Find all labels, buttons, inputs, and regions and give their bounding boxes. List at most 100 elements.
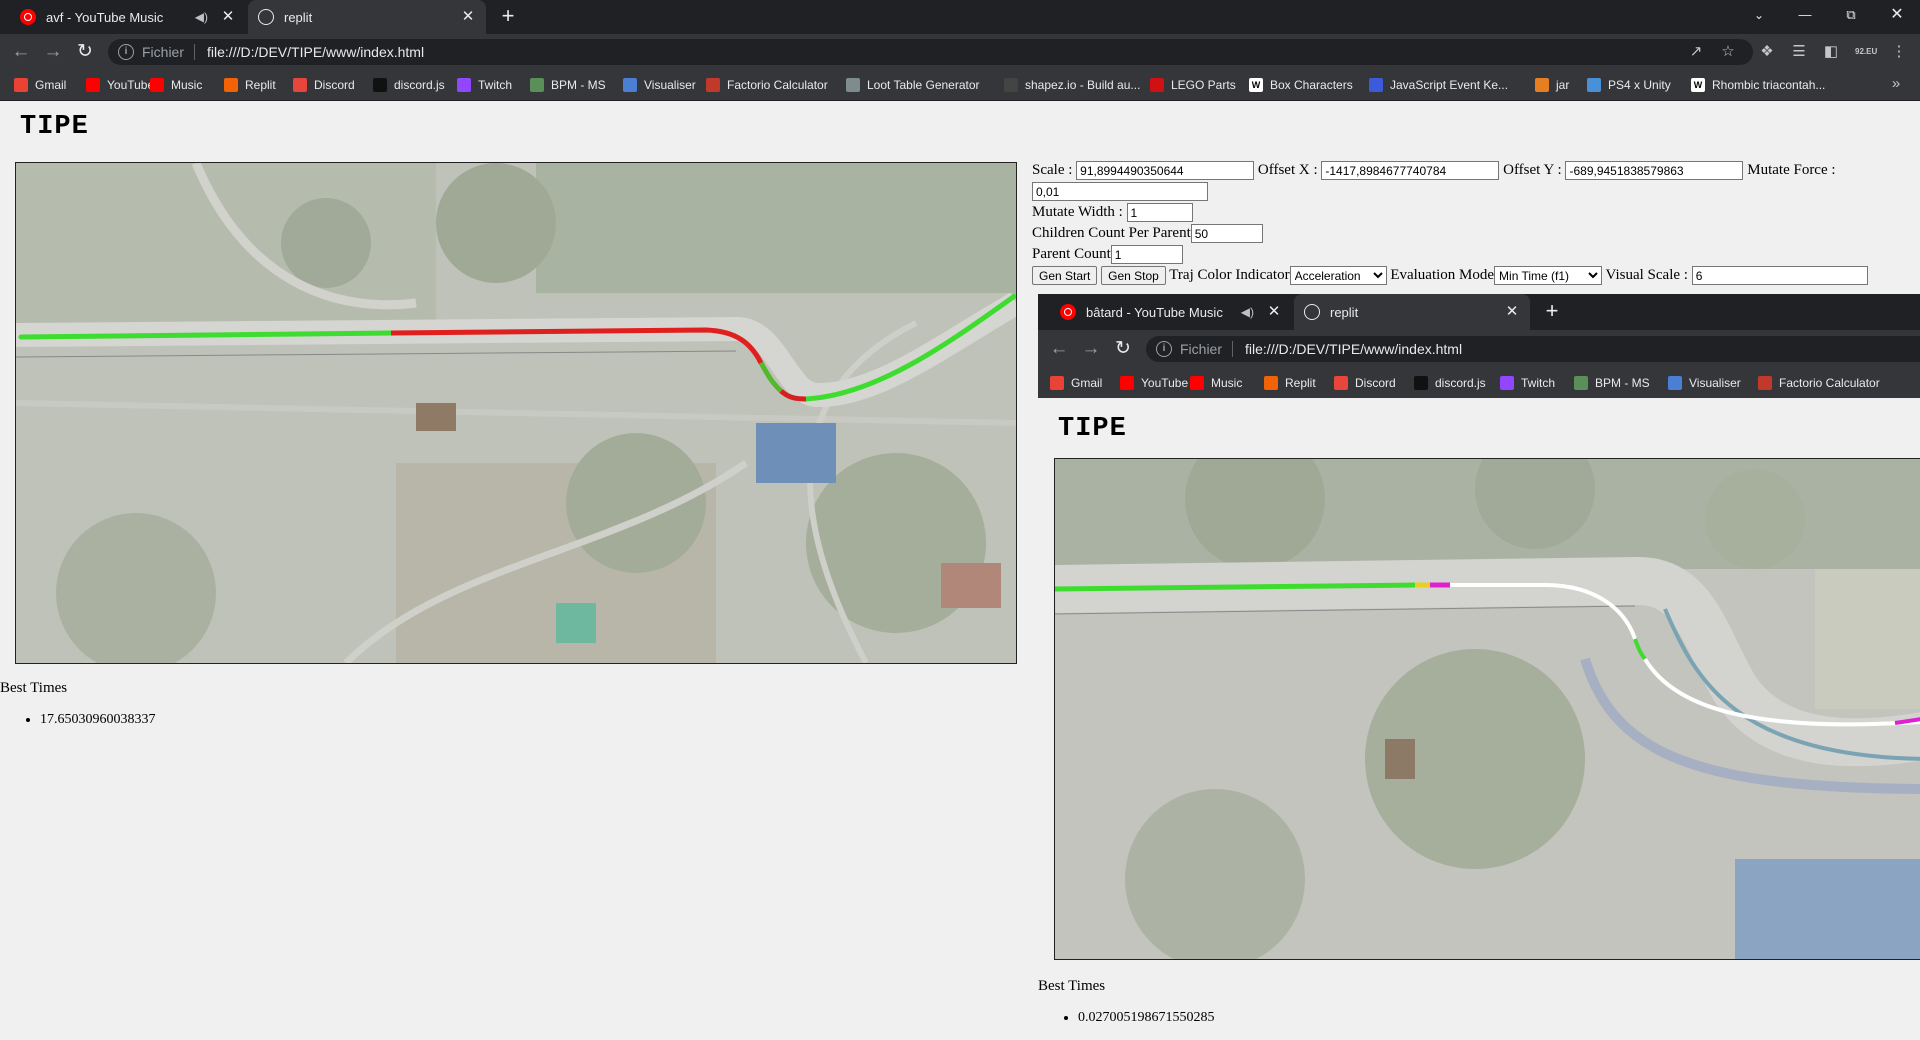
bookmark-label: Discord — [1355, 376, 1396, 390]
loot-icon — [846, 78, 860, 92]
bookmark-item[interactable]: Replit — [224, 77, 276, 93]
bookmark-label: BPM - MS — [551, 78, 606, 92]
parent-count-label: Parent Count — [1032, 246, 1111, 262]
close-icon[interactable]: ✕ — [460, 9, 476, 25]
profile-avatar[interactable]: 92.EU — [1855, 42, 1877, 62]
bookmark-item[interactable]: W Box Characters — [1249, 77, 1353, 93]
bookmark-item[interactable]: PS4 x Unity — [1587, 77, 1671, 93]
bookmark-item[interactable]: W Rhombic triacontah... — [1691, 77, 1825, 93]
restore-button[interactable]: ⧉ — [1828, 0, 1874, 30]
bookmark-label: Twitch — [478, 78, 513, 92]
bookmark-item[interactable]: Twitch — [457, 77, 512, 93]
bookmark-item[interactable]: Gmail — [14, 77, 66, 93]
close-icon[interactable]: ✕ — [220, 9, 236, 25]
youtube-icon — [1120, 376, 1134, 390]
bookmark-item[interactable]: JavaScript Event Ke... — [1369, 77, 1508, 93]
traj-color-select[interactable]: Acceleration — [1289, 266, 1387, 286]
tab-bar: avf - YouTube Music ◀) ✕ replit ✕ + ⌄ — … — [0, 0, 1920, 34]
bookmark-item: Twitch — [1500, 375, 1555, 391]
menu-icon[interactable]: ⋮ — [1889, 42, 1909, 62]
factorio-icon — [706, 78, 720, 92]
forward-icon: → — [1081, 338, 1101, 359]
children-count-input[interactable] — [1190, 224, 1263, 244]
wordpress-icon — [1587, 78, 1601, 92]
offset-x-label: Offset X : — [1257, 162, 1318, 178]
extensions-icon[interactable]: ❖ — [1757, 42, 1777, 62]
shapez-icon — [1004, 78, 1018, 92]
nested-address-scheme: Fichier — [1180, 341, 1223, 357]
speaker-icon: ◀) — [1240, 305, 1254, 319]
bookmark-label: Twitch — [1521, 376, 1556, 390]
reload-button[interactable]: ↻ — [74, 41, 96, 63]
nested-page-title: TIPE — [1058, 414, 1127, 444]
media-control-icon[interactable]: ☰ — [1789, 42, 1809, 62]
new-tab-button[interactable]: + — [494, 5, 522, 29]
bookmark-item[interactable]: Visualiser — [623, 77, 696, 93]
offset-x-input[interactable] — [1321, 161, 1500, 181]
best-time-item: 17.65030960038337 — [40, 712, 156, 728]
close-window-button[interactable]: ✕ — [1874, 0, 1920, 30]
bookmark-item[interactable]: shapez.io - Build au... — [1004, 77, 1140, 93]
bookmark-label: Discord — [314, 78, 355, 92]
bookmark-item: BPM - MS — [1574, 375, 1650, 391]
back-button[interactable]: ← — [10, 41, 32, 63]
bookmark-item: Music — [1190, 375, 1242, 391]
bookmarks-bar: » Gmail YouTube Music Replit Discord discord.… — [0, 70, 1920, 101]
nested-track-map — [1055, 459, 1920, 959]
bookmark-star-icon[interactable]: ☆ — [1718, 42, 1738, 62]
bookmark-item[interactable]: Music — [150, 77, 202, 93]
gen-start-button[interactable]: Gen Start — [1032, 266, 1098, 286]
address-bar[interactable]: i Fichier file:///D:/DEV/TIPE/www/index.… — [108, 39, 1753, 65]
close-icon: ✕ — [1267, 303, 1281, 320]
info-icon[interactable]: i — [118, 44, 134, 60]
tab-search-icon[interactable]: ⌄ — [1736, 0, 1782, 30]
more-bookmarks-icon[interactable]: » — [1886, 74, 1906, 94]
offset-y-label: Offset Y : — [1503, 162, 1562, 178]
side-panel-icon[interactable]: ◧ — [1821, 42, 1841, 62]
mutate-force-input[interactable] — [1032, 182, 1208, 202]
nested-screenshot: bâtard - YouTube Music ◀) ✕ replit ✕ + ←… — [1038, 294, 1920, 1040]
bookmark-item[interactable]: Discord — [293, 77, 355, 93]
track-canvas[interactable] — [15, 162, 1017, 664]
bookmark-item[interactable]: BPM - MS — [530, 77, 606, 93]
bookmark-label: YouTube — [1141, 376, 1189, 390]
bookmark-item[interactable]: discord.js — [373, 77, 445, 93]
bookmark-item[interactable]: Factorio Calculator — [706, 77, 828, 93]
back-icon: ← — [1049, 338, 1069, 359]
bookmark-item[interactable]: Loot Table Generator — [846, 77, 980, 93]
offset-y-input[interactable] — [1565, 161, 1744, 181]
speaker-icon[interactable]: ◀) — [195, 10, 208, 24]
visual-scale-input[interactable] — [1691, 266, 1868, 286]
share-icon[interactable]: ↗ — [1686, 42, 1706, 62]
evaluation-mode-label: Evaluation Mode — [1390, 267, 1495, 283]
address-divider — [1232, 341, 1234, 357]
nested-best-times-list: 0.027005198671550285 — [1058, 1010, 1215, 1026]
youtube-music-icon — [150, 78, 164, 92]
tab-replit[interactable]: replit ✕ — [248, 0, 486, 34]
bookmark-item[interactable]: jar — [1535, 77, 1569, 93]
evaluation-mode-select[interactable]: Min Time (f1) — [1494, 266, 1603, 286]
mutate-width-label: Mutate Width : — [1032, 204, 1123, 220]
forward-button[interactable]: → — [42, 41, 64, 63]
bookmark-item[interactable]: YouTube — [86, 77, 154, 93]
nested-tab-bar: bâtard - YouTube Music ◀) ✕ replit ✕ + — [1038, 294, 1920, 330]
address-scheme: Fichier — [142, 44, 185, 60]
bookmark-item: Visualiser — [1668, 375, 1741, 391]
minimize-button[interactable]: — — [1782, 0, 1828, 30]
address-url[interactable]: file:///D:/DEV/TIPE/www/index.html — [207, 44, 424, 60]
close-icon: ✕ — [1505, 303, 1519, 320]
gen-stop-button[interactable]: Gen Stop — [1101, 266, 1166, 286]
mutate-width-input[interactable] — [1126, 203, 1193, 223]
bookmark-item[interactable]: LEGO Parts — [1150, 77, 1236, 93]
parent-count-input[interactable] — [1110, 245, 1183, 265]
tab-youtube-music[interactable]: avf - YouTube Music ◀) ✕ — [10, 0, 246, 34]
bookmark-label: PS4 x Unity — [1608, 78, 1671, 92]
bookmark-label: Gmail — [1071, 376, 1103, 390]
replit-icon — [224, 78, 238, 92]
js-event-icon — [1369, 78, 1383, 92]
discord-icon — [1334, 376, 1348, 390]
wiki-icon: W — [1249, 78, 1263, 92]
nested-address-bar: i Fichier file:///D:/DEV/TIPE/www/index.… — [1146, 336, 1920, 362]
factorio-icon — [1758, 376, 1772, 390]
scale-input[interactable] — [1076, 161, 1255, 181]
